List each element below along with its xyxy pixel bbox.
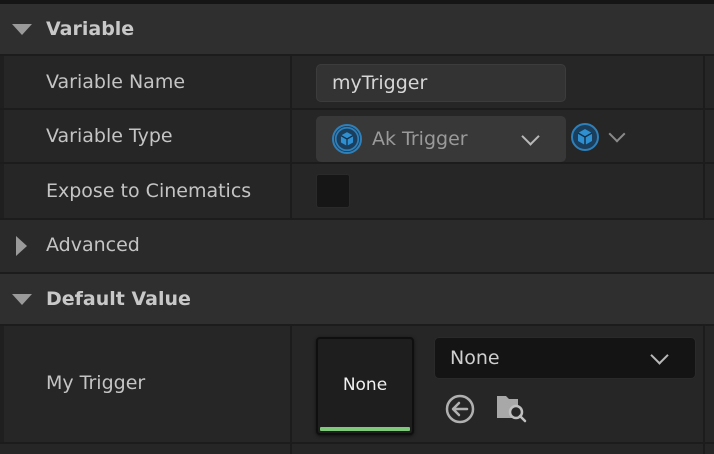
property-label-expose-to-cinematics: Expose to Cinematics — [46, 180, 252, 202]
row-indent — [0, 326, 4, 442]
asset-thumbnail[interactable]: None — [316, 337, 414, 435]
property-row-my-trigger: My Trigger None None — [0, 326, 714, 444]
container-type-chevron-icon[interactable] — [608, 125, 626, 143]
panel-bottom-row — [0, 444, 714, 454]
asset-picker-value: None — [450, 347, 500, 369]
row-indent — [0, 56, 4, 108]
property-row-variable-name: Variable Name myTrigger — [0, 56, 714, 110]
variable-name-input[interactable]: myTrigger — [316, 64, 566, 102]
column-separator — [290, 444, 292, 454]
thumbnail-text: None — [342, 375, 388, 395]
details-panel: Variable Variable Name myTrigger Variabl… — [0, 0, 714, 454]
column-separator[interactable] — [290, 110, 292, 162]
section-title-variable: Variable — [46, 18, 135, 40]
variable-type-combo[interactable]: Ak Trigger — [316, 116, 566, 162]
right-separator — [703, 444, 705, 454]
right-separator — [703, 326, 705, 442]
row-indent — [0, 164, 4, 218]
section-header-default-value[interactable]: Default Value — [0, 274, 714, 326]
row-indent — [0, 110, 4, 162]
cube-icon — [332, 124, 362, 154]
property-row-expose-to-cinematics: Expose to Cinematics — [0, 164, 714, 220]
section-header-variable[interactable]: Variable — [0, 4, 714, 56]
section-title-default-value: Default Value — [46, 288, 191, 310]
use-selected-arrow-icon[interactable] — [443, 392, 477, 426]
property-label-variable-name: Variable Name — [46, 71, 186, 93]
asset-picker-combo[interactable]: None — [434, 337, 696, 379]
property-label-my-trigger: My Trigger — [46, 372, 146, 394]
asset-type-color-bar — [320, 427, 410, 431]
advanced-expander[interactable]: Advanced — [0, 220, 714, 274]
collapse-arrow-icon[interactable] — [12, 23, 32, 35]
advanced-label: Advanced — [46, 234, 140, 256]
property-label-variable-type: Variable Type — [46, 125, 173, 147]
chevron-down-icon — [521, 127, 540, 146]
cube-icon[interactable] — [570, 122, 600, 152]
collapse-arrow-icon[interactable] — [12, 293, 32, 305]
right-separator — [703, 164, 705, 218]
browse-folder-search-icon[interactable] — [494, 390, 528, 424]
column-separator[interactable] — [290, 164, 292, 218]
column-separator[interactable] — [290, 56, 292, 108]
column-separator[interactable] — [290, 326, 292, 442]
property-row-variable-type: Variable Type Ak Trigger — [0, 110, 714, 164]
expose-to-cinematics-checkbox[interactable] — [316, 174, 350, 208]
variable-type-value: Ak Trigger — [372, 128, 468, 150]
chevron-down-icon — [650, 346, 669, 365]
right-separator — [703, 110, 705, 162]
right-separator — [703, 56, 705, 108]
expand-arrow-icon[interactable] — [16, 236, 27, 256]
